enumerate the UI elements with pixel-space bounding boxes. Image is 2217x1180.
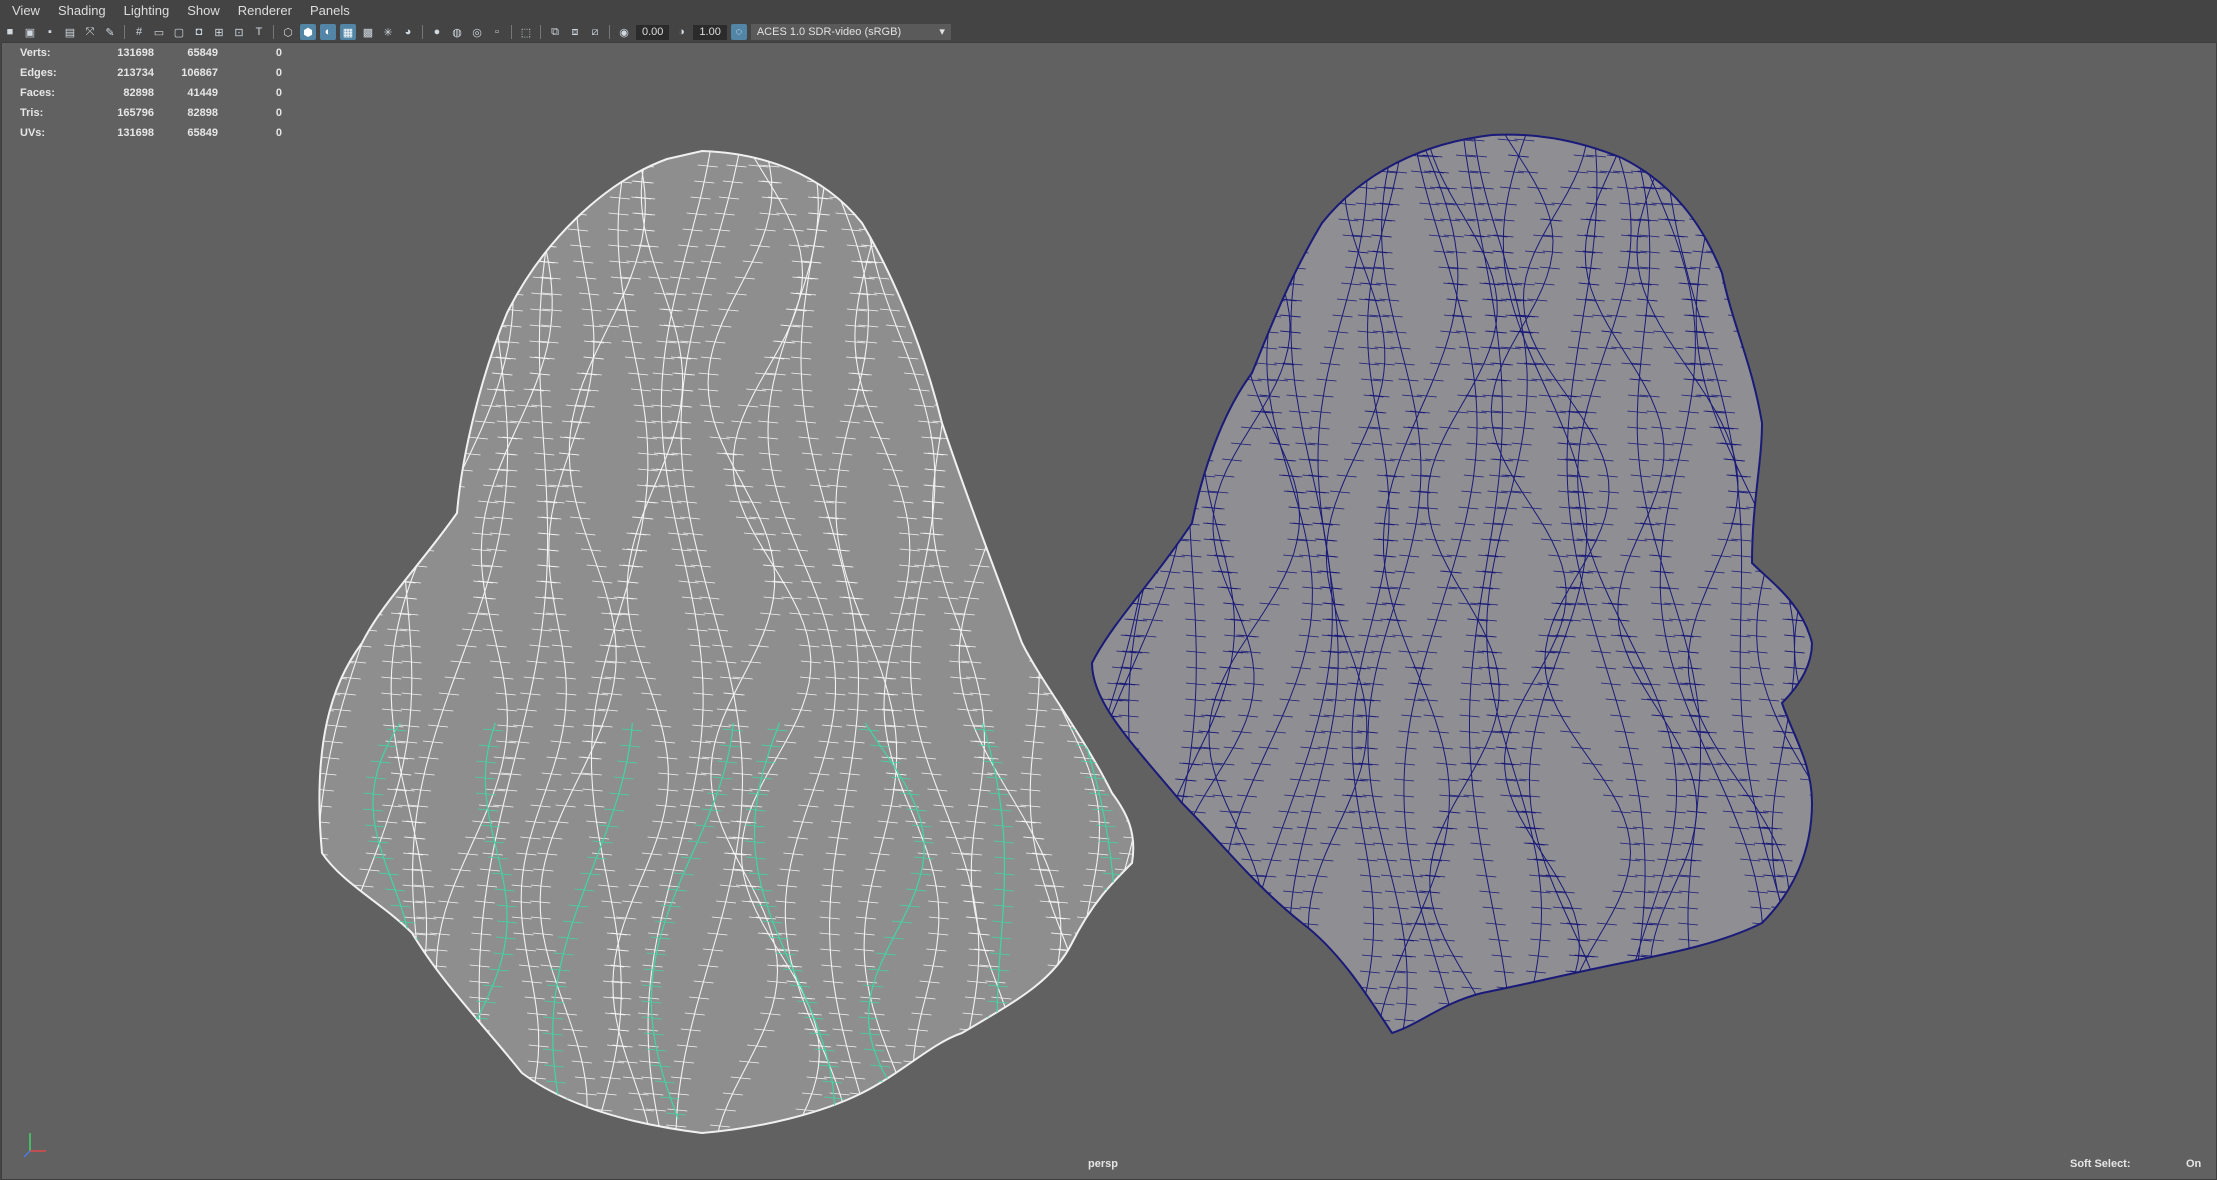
default-material-icon[interactable]: ◐: [320, 24, 336, 40]
use-all-lights-icon[interactable]: ✳: [380, 24, 396, 40]
grid-icon[interactable]: #: [131, 24, 147, 40]
safe-title-icon[interactable]: T: [251, 24, 267, 40]
viewport-canvas: [318, 133, 1813, 1134]
gamma-icon[interactable]: ◑: [673, 24, 689, 40]
toolbar-divider: [511, 25, 512, 39]
menu-shading[interactable]: Shading: [49, 0, 115, 22]
xray-components-icon[interactable]: ⧄: [587, 24, 603, 40]
wireframe-on-shaded-icon[interactable]: ▦: [340, 24, 356, 40]
select-camera-icon[interactable]: ■: [2, 24, 18, 40]
menu-lighting[interactable]: Lighting: [115, 0, 179, 22]
view-transform-value: ACES 1.0 SDR-video (sRGB): [756, 26, 902, 38]
camera-name-label: persp: [1088, 1158, 1118, 1170]
smooth-shade-icon[interactable]: ⬢: [300, 24, 316, 40]
motion-blur-icon[interactable]: ◍: [449, 24, 465, 40]
hair-mesh-a-silhouette: [318, 150, 1135, 1134]
wireframe-icon[interactable]: ⬡: [280, 24, 296, 40]
gamma-field[interactable]: 1.00: [693, 24, 727, 40]
screen-space-ao-icon[interactable]: ●: [429, 24, 445, 40]
multisample-aa-icon[interactable]: ◎: [469, 24, 485, 40]
toolbar-divider: [124, 25, 125, 39]
isolate-select-icon[interactable]: ⬚: [518, 24, 534, 40]
xray-joints-icon[interactable]: ⧈: [567, 24, 583, 40]
color-management-icon[interactable]: ◌: [730, 24, 747, 40]
resolution-gate-icon[interactable]: ▢: [171, 24, 187, 40]
hair-mesh-b-silhouette: [1091, 133, 1813, 1034]
field-chart-icon[interactable]: ⊞: [211, 24, 227, 40]
bookmark-icon[interactable]: ▪: [42, 24, 58, 40]
exposure-icon[interactable]: ◉: [616, 24, 632, 40]
camera-attributes-icon[interactable]: ▣: [22, 24, 38, 40]
menu-show[interactable]: Show: [178, 0, 229, 22]
soft-select-label: Soft Select:: [2070, 1158, 2131, 1170]
panel-menubar: View Shading Lighting Show Renderer Pane…: [0, 0, 2217, 23]
textured-icon[interactable]: ▩: [360, 24, 376, 40]
toolbar-divider: [609, 25, 610, 39]
toolbar-divider: [273, 25, 274, 39]
safe-action-icon[interactable]: ⊡: [231, 24, 247, 40]
view-axis-icon: [23, 1133, 46, 1158]
grease-pencil-icon[interactable]: ✎: [102, 24, 118, 40]
xray-icon[interactable]: ⧉: [547, 24, 563, 40]
gate-mask-icon[interactable]: ◘: [191, 24, 207, 40]
view-transform-dropdown[interactable]: ACES 1.0 SDR-video (sRGB) ▾: [750, 24, 951, 40]
toolbar-divider: [540, 25, 541, 39]
3d-viewport[interactable]: Verts: 131698 65849 0 Edges: 213734 106867 0 Fac…: [1, 42, 2217, 1180]
2d-pan-zoom-icon[interactable]: ⤧: [82, 24, 98, 40]
soft-select-value: On: [2186, 1158, 2202, 1170]
toolbar-divider: [422, 25, 423, 39]
exposure-field[interactable]: 0.00: [636, 24, 670, 40]
chevron-down-icon: ▾: [939, 26, 945, 38]
panel-toolbar: ■ ▣ ▪ ▤ ⤧ ✎ # ▭ ▢ ◘ ⊞ ⊡ T ⬡ ⬢ ◐ ▦ ▩ ✳ ◕ …: [0, 22, 2217, 42]
menu-panels[interactable]: Panels: [301, 0, 359, 22]
menu-renderer[interactable]: Renderer: [229, 0, 301, 22]
shadows-icon[interactable]: ◕: [400, 24, 416, 40]
film-gate-icon[interactable]: ▭: [151, 24, 167, 40]
image-plane-icon[interactable]: ▤: [62, 24, 78, 40]
depth-of-field-icon[interactable]: ▫: [489, 24, 505, 40]
menu-view[interactable]: View: [0, 0, 49, 22]
